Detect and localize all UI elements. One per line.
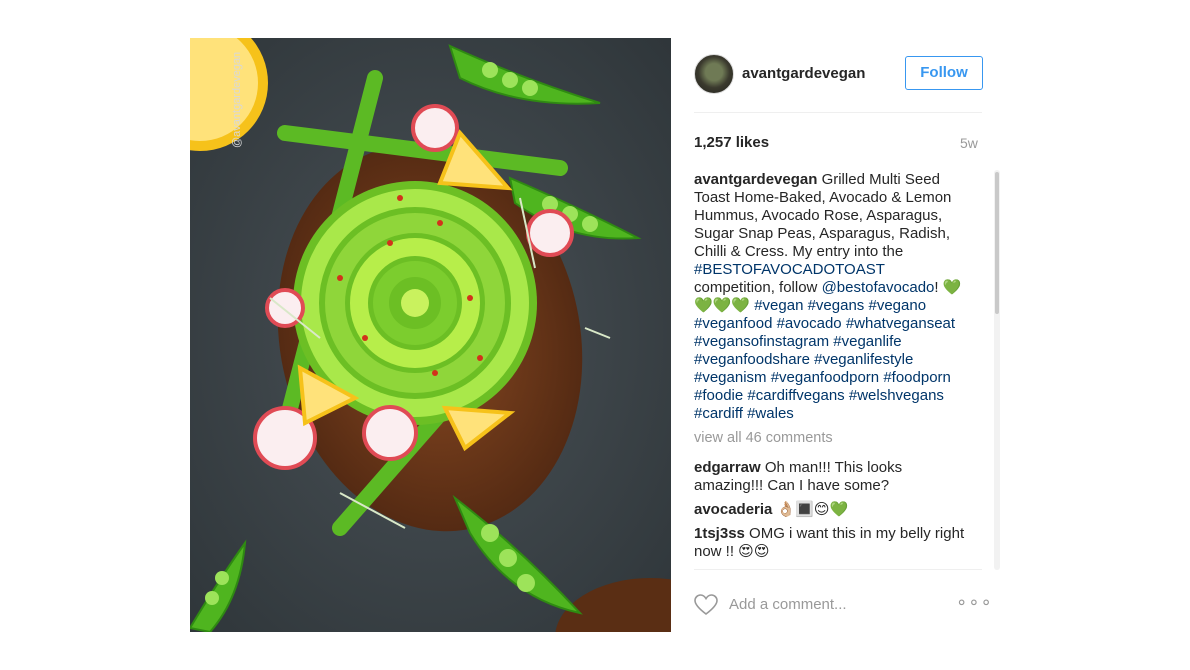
post-photo[interactable]: @avantgardevegan — [190, 38, 671, 632]
scrollbar-thumb[interactable] — [995, 172, 999, 314]
hashtag-link[interactable]: #vegano — [868, 297, 926, 314]
add-comment-input[interactable]: Add a comment... — [729, 596, 847, 613]
comment-author[interactable]: avocaderia — [694, 501, 772, 518]
hashtag-link[interactable]: #avocado — [777, 315, 842, 332]
comment-item: avocaderia 👌🏼🔳😊💚 — [694, 501, 966, 519]
hashtag-link[interactable]: #BESTOFAVOCADOTOAST — [694, 261, 885, 278]
hashtag-link[interactable]: #veganfoodshare — [694, 351, 810, 368]
post-header: avantgardevegan Follow — [694, 54, 983, 96]
view-all-comments-link[interactable]: view all 46 comments — [694, 429, 986, 447]
more-options-icon[interactable]: ∘∘∘ — [956, 592, 993, 613]
hashtag-link[interactable]: #foodie — [694, 387, 743, 404]
comment-author[interactable]: edgarraw — [694, 459, 761, 476]
comment-item: 1tsj3ss OMG i want this in my belly righ… — [694, 525, 966, 561]
hashtag-link[interactable]: #wales — [747, 405, 794, 422]
divider — [694, 569, 982, 570]
hashtag-link[interactable]: #veganlifestyle — [814, 351, 913, 368]
avatar[interactable] — [694, 54, 734, 94]
hashtag-link[interactable]: #vegans — [808, 297, 865, 314]
hashtag-link[interactable]: #vegan — [754, 297, 803, 314]
hashtag-link[interactable]: #veganlife — [833, 333, 901, 350]
add-comment-bar: Add a comment... ∘∘∘ — [694, 592, 992, 616]
hashtag-link[interactable]: #cardiff — [694, 405, 743, 422]
post-side-panel: avantgardevegan Follow 1,257 likes 5w av… — [694, 38, 1000, 632]
hashtag-link[interactable]: #cardiffvegans — [747, 387, 844, 404]
hashtag-link[interactable]: #veganfood — [694, 315, 772, 332]
comment-author[interactable]: 1tsj3ss — [694, 525, 745, 542]
follow-button[interactable]: Follow — [905, 56, 983, 90]
divider — [694, 112, 982, 113]
likes-count[interactable]: 1,257 likes — [694, 134, 769, 151]
comments-scrollbar[interactable] — [994, 170, 1000, 570]
caption-author[interactable]: avantgardevegan — [694, 171, 817, 188]
hashtag-link[interactable]: #welshvegans — [849, 387, 944, 404]
hashtag-list: #vegan #vegans #vegano #veganfood #avoca… — [694, 297, 955, 422]
mention-link[interactable]: @bestofavocado — [822, 279, 935, 296]
heart-icon[interactable] — [694, 594, 718, 621]
watermark-text: @avantgardevegan — [231, 52, 243, 148]
hashtag-link[interactable]: #vegansofinstagram — [694, 333, 829, 350]
caption-text: competition, follow — [694, 279, 818, 296]
username-link[interactable]: avantgardevegan — [742, 65, 865, 82]
comment-text: 👌🏼🔳😊💚 — [776, 501, 849, 518]
post-age[interactable]: 5w — [960, 135, 978, 151]
hashtag-link[interactable]: #whatveganseat — [846, 315, 955, 332]
comment-item: edgarraw Oh man!!! This looks amazing!!!… — [694, 459, 966, 495]
hashtag-link[interactable]: #veganfoodporn — [771, 369, 879, 386]
hashtag-link[interactable]: #foodporn — [883, 369, 951, 386]
hashtag-link[interactable]: #veganism — [694, 369, 767, 386]
caption: avantgardevegan Grilled Multi Seed Toast… — [694, 171, 966, 423]
avocado-toast-image: @avantgardevegan — [190, 38, 671, 632]
comments-list[interactable]: avantgardevegan Grilled Multi Seed Toast… — [694, 171, 986, 569]
